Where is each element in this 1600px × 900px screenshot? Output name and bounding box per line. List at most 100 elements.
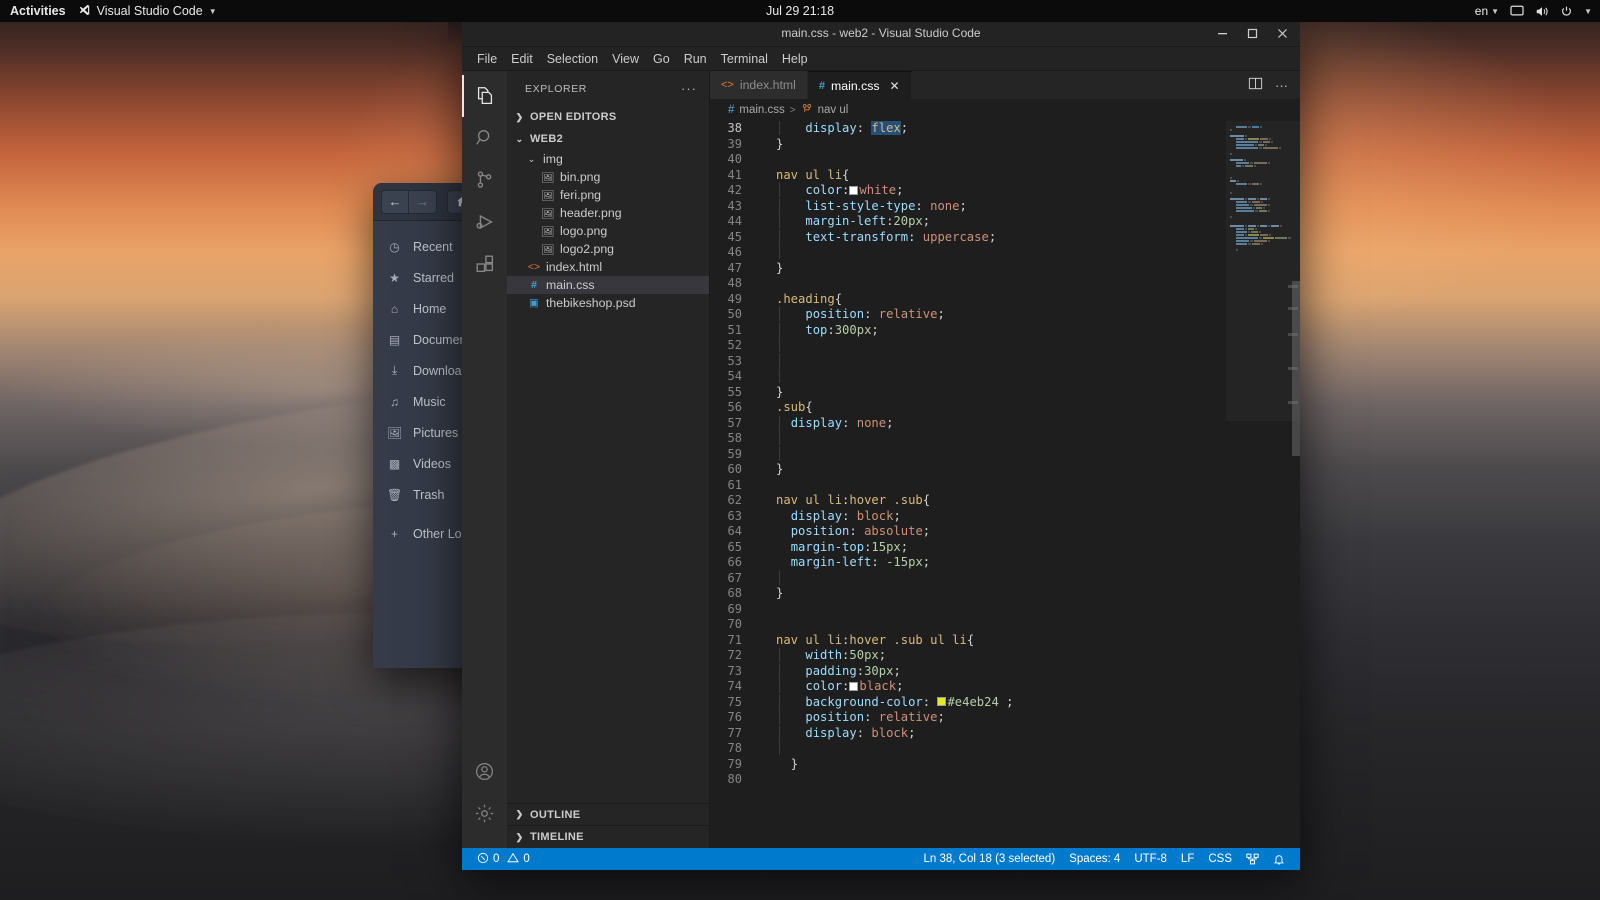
code-line[interactable]: 42 │ color: white;: [710, 183, 1226, 199]
line-content[interactable]: [758, 276, 1226, 292]
code-lines-container[interactable]: 38 │ display: flex; 39} 40 41 nav ul li{42 │ …: [710, 121, 1226, 848]
code-line[interactable]: 78 │: [710, 741, 1226, 757]
line-content[interactable]: │: [758, 447, 1226, 463]
code-line[interactable]: 40: [710, 152, 1226, 168]
code-line[interactable]: 47}: [710, 261, 1226, 277]
menu-edit[interactable]: Edit: [504, 50, 540, 68]
code-line[interactable]: 39}: [710, 137, 1226, 153]
tree-item-logo2-png[interactable]: 🖼 logo2.png: [507, 240, 709, 258]
code-line[interactable]: 49 .heading{: [710, 292, 1226, 308]
line-content[interactable]: .heading{: [758, 292, 1226, 308]
code-line[interactable]: 41 nav ul li{: [710, 168, 1226, 184]
line-content[interactable]: │ position: relative;: [758, 710, 1226, 726]
line-content[interactable]: }: [758, 137, 1226, 153]
tab-main-css[interactable]: # main.css ✕: [807, 71, 912, 99]
line-content[interactable]: margin-left: -15px;: [758, 555, 1226, 571]
line-content[interactable]: │: [758, 431, 1226, 447]
code-editor[interactable]: 38 │ display: flex; 39} 40 41 nav ul li{42 │ …: [710, 121, 1300, 848]
explorer-icon[interactable]: [462, 75, 507, 117]
tree-item-thebikeshop-psd[interactable]: ▣ thebikeshop.psd: [507, 294, 709, 312]
maximize-button[interactable]: [1238, 23, 1266, 45]
line-content[interactable]: │ top:300px;: [758, 323, 1226, 339]
line-content[interactable]: │: [758, 338, 1226, 354]
activities-button[interactable]: Activities: [0, 4, 78, 18]
line-content[interactable]: │ text-transform: uppercase;: [758, 230, 1226, 246]
line-content[interactable]: │ list-style-type: none;: [758, 199, 1226, 215]
line-content[interactable]: │ position: relative;: [758, 307, 1226, 323]
line-content[interactable]: │: [758, 245, 1226, 261]
line-content[interactable]: nav ul li:hover .sub ul li{: [758, 633, 1226, 649]
code-line[interactable]: 61: [710, 478, 1226, 494]
line-content[interactable]: [758, 602, 1226, 618]
code-line[interactable]: 66 margin-left: -15px;: [710, 555, 1226, 571]
menu-view[interactable]: View: [605, 50, 646, 68]
line-content[interactable]: }: [758, 757, 1226, 773]
line-content[interactable]: .sub{: [758, 400, 1226, 416]
code-line[interactable]: 53 │: [710, 354, 1226, 370]
breadcrumb-file[interactable]: main.css: [739, 104, 784, 116]
code-line[interactable]: 50 │ position: relative;: [710, 307, 1226, 323]
app-menu-button[interactable]: Visual Studio Code ▼: [78, 4, 217, 19]
account-icon[interactable]: [462, 750, 507, 792]
menu-go[interactable]: Go: [646, 50, 677, 68]
line-content[interactable]: [758, 772, 1226, 788]
code-line[interactable]: 59 │: [710, 447, 1226, 463]
code-line[interactable]: 51 │ top:300px;: [710, 323, 1226, 339]
code-line[interactable]: 54 │: [710, 369, 1226, 385]
menu-run[interactable]: Run: [677, 50, 714, 68]
section-timeline[interactable]: ❯ TIMELINE: [507, 826, 709, 848]
extensions-icon[interactable]: [462, 243, 507, 285]
code-line[interactable]: 52 │: [710, 338, 1226, 354]
cursor-position[interactable]: Ln 38, Col 18 (3 selected): [916, 848, 1062, 870]
breadcrumb-symbol[interactable]: nav ul: [818, 104, 849, 116]
color-swatch[interactable]: [849, 681, 859, 691]
forward-button[interactable]: →: [409, 189, 437, 214]
code-line[interactable]: 67 │: [710, 571, 1226, 587]
code-line[interactable]: 70: [710, 617, 1226, 633]
chevron-down-icon[interactable]: ▼: [1584, 7, 1592, 16]
run-debug-icon[interactable]: [462, 201, 507, 243]
line-content[interactable]: │ color: black;: [758, 679, 1226, 695]
line-content[interactable]: │: [758, 571, 1226, 587]
code-line[interactable]: 68}: [710, 586, 1226, 602]
line-content[interactable]: │: [758, 741, 1226, 757]
code-line[interactable]: 55}: [710, 385, 1226, 401]
line-content[interactable]: │: [758, 354, 1226, 370]
color-swatch[interactable]: [937, 697, 947, 706]
tree-item-main-css[interactable]: # main.css: [507, 276, 709, 294]
line-content[interactable]: [758, 152, 1226, 168]
section-open-editors[interactable]: ❯ OPEN EDITORS: [507, 106, 709, 128]
more-actions-icon[interactable]: ···: [1275, 78, 1288, 93]
tree-item-bin-png[interactable]: 🖼 bin.png: [507, 168, 709, 186]
keyboard-layout-indicator[interactable]: en ▼: [1475, 4, 1499, 18]
code-line[interactable]: 75 │ background-color: #e4eb24 ;: [710, 695, 1226, 711]
tree-item-header-png[interactable]: 🖼 header.png: [507, 204, 709, 222]
search-icon[interactable]: [462, 117, 507, 159]
menu-help[interactable]: Help: [775, 50, 815, 68]
encoding[interactable]: UTF-8: [1127, 848, 1174, 870]
minimize-button[interactable]: [1208, 23, 1236, 45]
code-line[interactable]: 62 nav ul li:hover .sub{: [710, 493, 1226, 509]
section-workspace-folder[interactable]: ⌄ WEB2: [507, 128, 709, 150]
line-content[interactable]: }: [758, 462, 1226, 478]
language-mode[interactable]: CSS: [1201, 848, 1239, 870]
code-line[interactable]: 56 .sub{: [710, 400, 1226, 416]
color-swatch[interactable]: [849, 185, 859, 195]
tree-item-img[interactable]: ⌄ img: [507, 150, 709, 168]
code-line[interactable]: 44 │ margin-left:20px;: [710, 214, 1226, 230]
code-line[interactable]: 65 margin-top:15px;: [710, 540, 1226, 556]
code-line[interactable]: 58 │: [710, 431, 1226, 447]
code-line[interactable]: 72 │ width:50px;: [710, 648, 1226, 664]
eol[interactable]: LF: [1174, 848, 1201, 870]
tree-item-logo-png[interactable]: 🖼 logo.png: [507, 222, 709, 240]
tree-item-index-html[interactable]: <> index.html: [507, 258, 709, 276]
code-line[interactable]: 77 │ display: block;: [710, 726, 1226, 742]
line-content[interactable]: }: [758, 385, 1226, 401]
code-line[interactable]: 64 position: absolute;: [710, 524, 1226, 540]
minimap[interactable]: [1226, 121, 1300, 848]
line-content[interactable]: position: absolute;: [758, 524, 1226, 540]
menu-terminal[interactable]: Terminal: [714, 50, 775, 68]
indentation[interactable]: Spaces: 4: [1062, 848, 1127, 870]
menu-file[interactable]: File: [470, 50, 504, 68]
close-icon[interactable]: ✕: [890, 79, 900, 93]
